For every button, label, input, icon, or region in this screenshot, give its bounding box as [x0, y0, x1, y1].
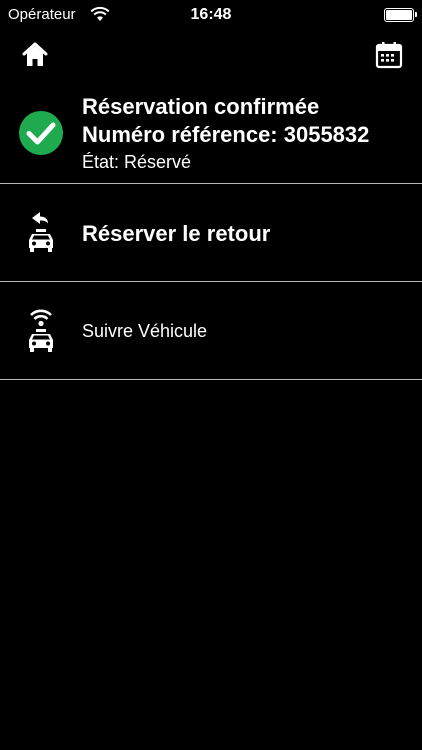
return-booking-button[interactable]: Réserver le retour	[0, 185, 422, 282]
status-bar: Opérateur 16:48	[0, 0, 422, 30]
track-vehicle-label: Suivre Véhicule	[82, 321, 208, 341]
calendar-icon[interactable]	[374, 40, 404, 70]
home-icon[interactable]	[20, 40, 50, 70]
status-clock: 16:48	[190, 6, 232, 23]
return-booking-label: Réserver le retour	[82, 221, 271, 246]
nav-bar	[0, 36, 422, 76]
battery-icon	[384, 8, 417, 22]
booking-state: État: Réservé	[82, 152, 192, 172]
reference-number: Numéro référence: 3055832	[82, 122, 370, 147]
taxi-tracking-icon	[29, 309, 53, 352]
divider	[0, 379, 422, 380]
check-circle-icon	[19, 111, 63, 155]
divider	[0, 281, 422, 282]
confirmation-title: Réservation confirmée	[82, 94, 320, 119]
booking-confirmation: Réservation confirmée Numéro référence: …	[0, 86, 422, 184]
divider	[0, 183, 422, 184]
track-vehicle-button[interactable]: Suivre Véhicule	[0, 283, 422, 380]
taxi-return-icon	[29, 212, 53, 252]
